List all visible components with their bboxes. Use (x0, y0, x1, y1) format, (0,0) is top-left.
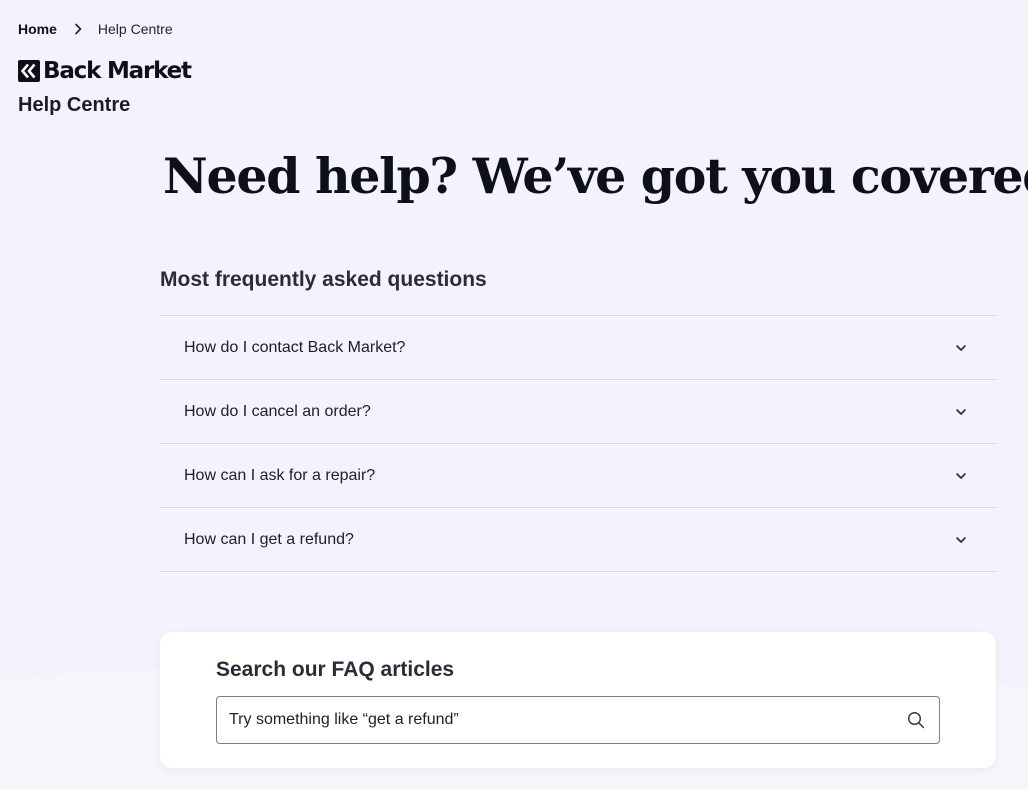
search-section-title: Search our FAQ articles (216, 658, 455, 681)
chevron-down-icon (956, 408, 966, 415)
breadcrumb: Home Help Centre (18, 20, 173, 38)
faq-question: How can I get a refund? (184, 530, 354, 548)
breadcrumb-current: Help Centre (97, 21, 173, 37)
breadcrumb-home-link[interactable]: Home (18, 21, 57, 37)
brand-name: Back Market (43, 58, 192, 84)
chevron-down-icon (956, 472, 966, 479)
faq-question: How do I cancel an order? (184, 402, 371, 420)
faq-item-cancel-order[interactable]: How do I cancel an order? (160, 380, 996, 444)
faq-question: How do I contact Back Market? (184, 338, 406, 356)
page-title: Need help? We’ve got you covered. (163, 147, 1028, 205)
faq-search-card: Search our FAQ articles (160, 632, 996, 768)
faq-section-title: Most frequently asked questions (160, 268, 487, 291)
search-icon[interactable] (907, 711, 925, 729)
search-field[interactable] (216, 696, 940, 744)
faq-question: How can I ask for a repair? (184, 466, 376, 484)
brand-subtitle: Help Centre (18, 94, 131, 116)
back-market-logo-icon (18, 60, 40, 82)
faq-item-repair[interactable]: How can I ask for a repair? (160, 444, 996, 508)
chevron-right-icon (75, 23, 82, 35)
chevron-down-icon (956, 344, 966, 351)
chevron-down-icon (956, 536, 966, 543)
faq-list: How do I contact Back Market? How do I c… (160, 315, 996, 572)
search-input[interactable] (217, 697, 887, 743)
faq-item-contact[interactable]: How do I contact Back Market? (160, 316, 996, 380)
faq-item-refund[interactable]: How can I get a refund? (160, 508, 996, 572)
brand-logo[interactable]: Back Market (18, 58, 192, 84)
